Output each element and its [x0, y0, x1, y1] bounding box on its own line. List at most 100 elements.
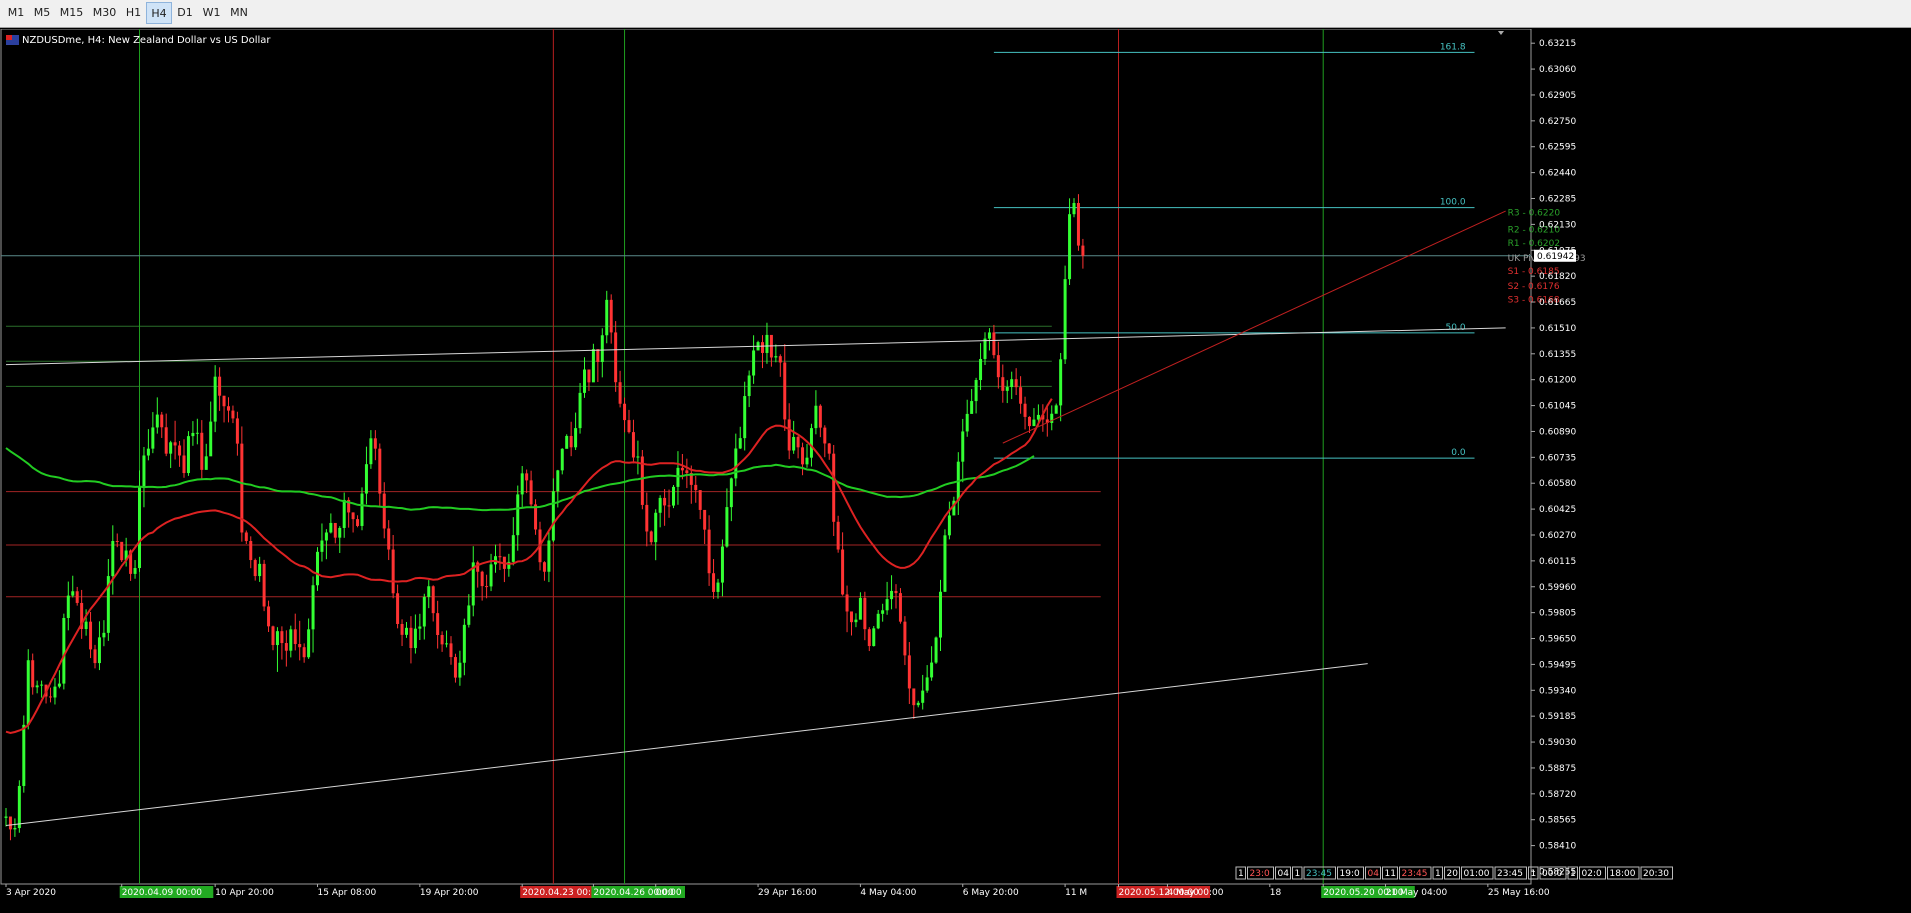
time-tick-label: 29 Apr 16:00: [758, 888, 817, 898]
candle-body: [360, 493, 364, 526]
candle-body: [338, 527, 342, 538]
timeframe-h4-button[interactable]: H4: [146, 2, 172, 24]
candle-body: [142, 455, 146, 487]
candle-body: [774, 356, 778, 358]
candle-body: [996, 355, 1000, 378]
candle-body: [382, 493, 386, 529]
candle-body: [66, 595, 70, 618]
candle-body: [462, 624, 466, 663]
candle-body: [627, 420, 631, 433]
candle-body: [169, 442, 173, 454]
candle-body: [235, 418, 239, 444]
timeframe-m15-button[interactable]: M15: [55, 2, 88, 24]
candle-body: [271, 626, 275, 646]
candle-body: [591, 349, 595, 383]
candle-body: [600, 335, 604, 362]
candle-body: [378, 448, 382, 494]
candle-body: [120, 541, 124, 561]
timeframe-m30-button[interactable]: M30: [88, 2, 121, 24]
candle-body: [342, 499, 346, 528]
timeframe-m5-button[interactable]: M5: [29, 2, 55, 24]
candle-body: [974, 380, 978, 402]
candle-body: [31, 660, 35, 688]
time-tick-label: 19 Apr 20:00: [420, 888, 479, 898]
session-marker-label: 04: [1278, 869, 1290, 879]
candle-body: [1028, 416, 1031, 427]
timeframe-mn-button[interactable]: MN: [225, 2, 253, 24]
candle-body: [645, 504, 649, 532]
session-marker-label: 1: [1570, 869, 1576, 879]
candle-body: [369, 438, 373, 465]
candle-body: [520, 473, 524, 495]
candle-body: [961, 431, 965, 462]
time-axis: 3 Apr 2020 2020.04.09 00:00 10 Apr 20:00 15…: [5, 884, 1550, 898]
candle-body: [729, 478, 733, 508]
price-chart[interactable]: 161.8100.050.00.0R3 - 0.6220R2 - 0.6210R…: [0, 29, 1911, 913]
candle-body: [351, 512, 355, 520]
candle-body: [146, 448, 150, 456]
candle-body: [182, 455, 186, 474]
candle-body: [823, 427, 827, 444]
candle-body: [525, 473, 529, 481]
candle-body: [485, 586, 489, 588]
price-axis: 0.63215 0.63060 0.62905 0.62750 0.62595 0.624…: [1531, 39, 1576, 877]
candle-body: [970, 401, 974, 414]
candle-body: [97, 637, 101, 664]
plot-frame: [0, 29, 1532, 885]
candle-body: [453, 657, 457, 678]
time-tick-label: 25 May 16:00: [1488, 888, 1550, 898]
candle-body: [1014, 379, 1018, 388]
candle-body: [916, 702, 920, 706]
price-tick-label: 0.62595: [1539, 143, 1576, 153]
time-tick-label: 3 Apr 2020: [6, 888, 56, 898]
candle-body: [542, 562, 546, 572]
price-tick-label: 0.59185: [1539, 712, 1576, 722]
candle-body: [173, 442, 177, 446]
price-tick-label: 0.60270: [1539, 531, 1576, 541]
candle-body: [151, 427, 155, 449]
candle-body: [1032, 419, 1036, 427]
time-tick-label: 21 May 04:00: [1386, 888, 1448, 898]
price-tick-label: 0.60580: [1539, 479, 1576, 489]
candle-body: [227, 406, 230, 411]
session-marker-label: 1: [1295, 869, 1301, 879]
candle-body: [636, 456, 640, 458]
timeframe-w1-button[interactable]: W1: [198, 2, 225, 24]
timeframe-m1-button[interactable]: M1: [3, 2, 29, 24]
candle-body: [987, 332, 991, 339]
candle-body: [885, 599, 889, 611]
candle-body: [574, 428, 578, 448]
candle-body: [725, 507, 729, 547]
chart-area[interactable]: 161.8 100.0 50.0 0.0 R3 - 0.6220 R2 - 0.6210 R…: [0, 29, 1911, 913]
price-tick-label: 0.62905: [1539, 91, 1576, 101]
candle-body: [289, 629, 293, 651]
time-tick-label: 6 May 20:00: [963, 888, 1019, 898]
session-marker-label: 04: [1368, 869, 1380, 879]
session-marker-label: 20: [1447, 869, 1459, 879]
candle-body: [912, 688, 916, 706]
candle-body: [783, 362, 787, 420]
chart-shift-icon: [1498, 31, 1504, 35]
candle-body: [796, 436, 800, 448]
timeframe-h1-button[interactable]: H1: [121, 2, 146, 24]
candle-body: [663, 497, 667, 506]
candle-body: [333, 522, 337, 538]
ma-slow-line: [5, 447, 1035, 512]
candle-body: [832, 453, 836, 522]
candle-body: [805, 457, 809, 465]
candle-body: [778, 356, 782, 363]
candle-body: [841, 549, 845, 595]
price-tick-label: 0.62130: [1539, 220, 1576, 230]
candle-body: [992, 332, 996, 356]
pivot-label: S2 - 0.6176: [1508, 282, 1560, 292]
candle-body: [1001, 377, 1005, 391]
fib-level-label: 0.0: [1451, 448, 1466, 458]
candle-body: [1019, 387, 1023, 404]
price-tick-label: 0.59030: [1539, 738, 1576, 748]
candle-body: [307, 629, 311, 658]
candle-body: [939, 591, 942, 638]
price-tick-label: 0.59805: [1539, 609, 1576, 619]
timeframe-d1-button[interactable]: D1: [172, 2, 198, 24]
candle-body: [191, 432, 195, 437]
nzd-flag-icon: [6, 35, 19, 45]
